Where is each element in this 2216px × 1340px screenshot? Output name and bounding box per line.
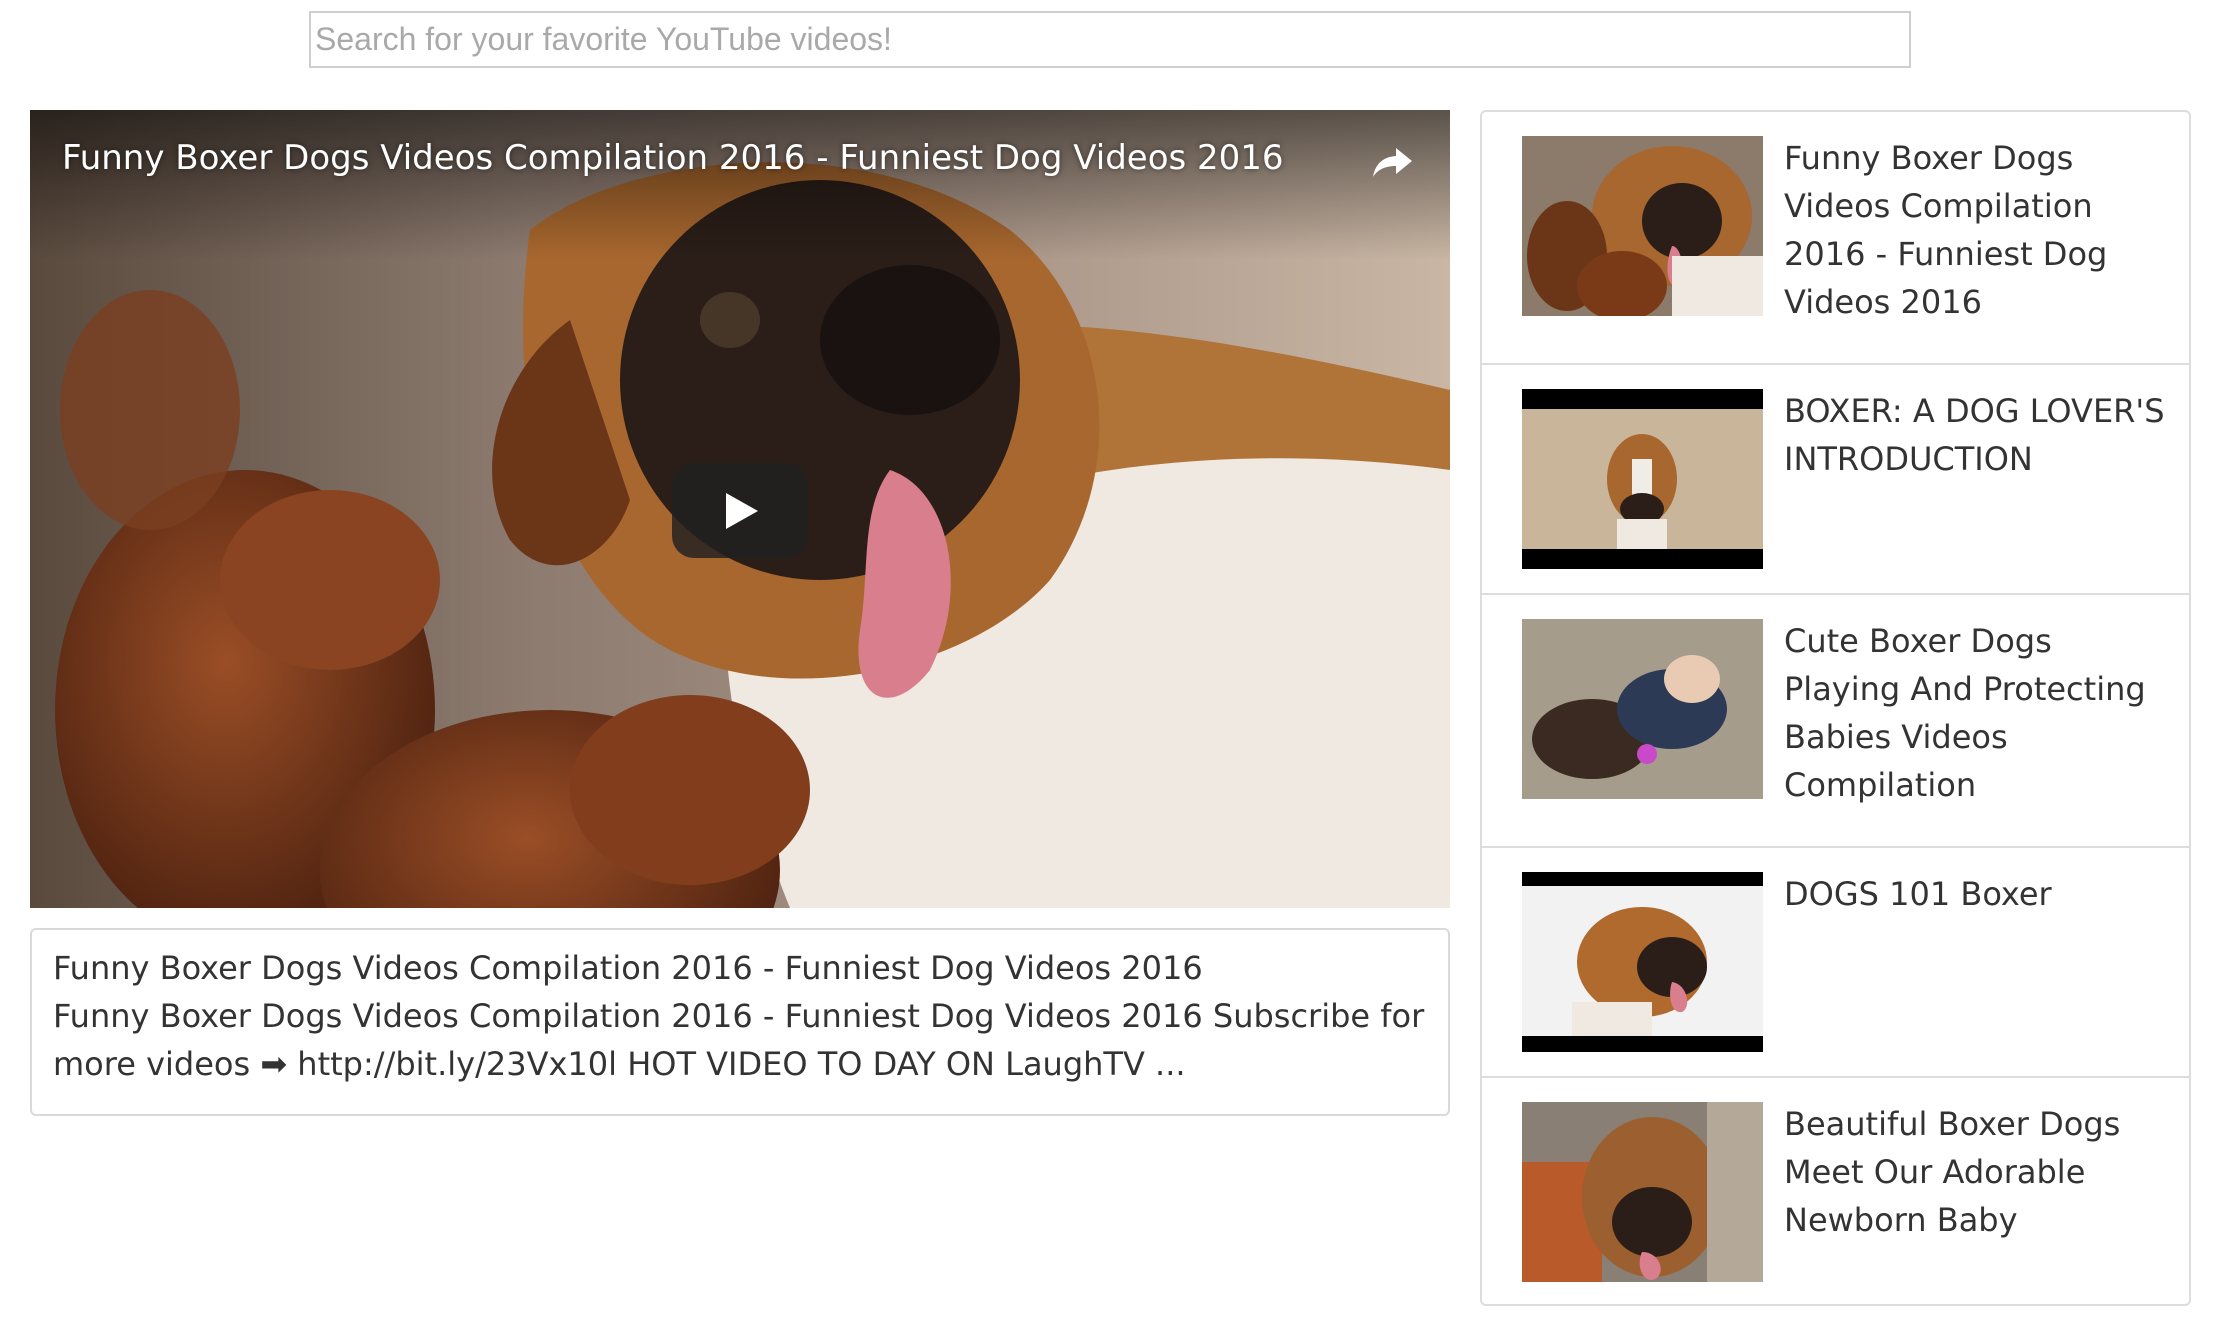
play-icon	[726, 493, 758, 529]
video-thumbnail[interactable]	[1522, 389, 1763, 569]
video-list-item-title[interactable]: Cute Boxer Dogs Playing And Protecting B…	[1784, 617, 2174, 809]
video-list-item-title[interactable]: BOXER: A DOG LOVER'S INTRODUCTION	[1784, 387, 2174, 483]
app-root: Funny Boxer Dogs Videos Compilation 2016…	[0, 0, 2216, 1340]
search-input[interactable]	[309, 11, 1911, 68]
video-details: Funny Boxer Dogs Videos Compilation 2016…	[30, 928, 1450, 1116]
video-details-title: Funny Boxer Dogs Videos Compilation 2016…	[53, 949, 1203, 987]
video-list-item-title[interactable]: Beautiful Boxer Dogs Meet Our Adorable N…	[1784, 1100, 2174, 1244]
video-thumbnail[interactable]	[1522, 619, 1763, 799]
share-arrow-icon[interactable]	[1368, 136, 1418, 186]
play-button[interactable]	[672, 463, 808, 558]
video-thumbnail[interactable]	[1522, 872, 1763, 1052]
video-details-description: Funny Boxer Dogs Videos Compilation 2016…	[53, 997, 1425, 1083]
video-thumbnail[interactable]	[1522, 136, 1763, 316]
video-player[interactable]: Funny Boxer Dogs Videos Compilation 2016…	[30, 110, 1450, 908]
video-list-item-title[interactable]: DOGS 101 Boxer	[1784, 870, 2174, 918]
video-list-item[interactable]: Funny Boxer Dogs Videos Compilation 2016…	[1482, 112, 2189, 365]
video-list-item-title[interactable]: Funny Boxer Dogs Videos Compilation 2016…	[1784, 134, 2174, 326]
video-title-overlay[interactable]: Funny Boxer Dogs Videos Compilation 2016…	[62, 138, 1284, 178]
video-list-item[interactable]: BOXER: A DOG LOVER'S INTRODUCTION	[1482, 365, 2189, 595]
video-thumbnail[interactable]	[1522, 1102, 1763, 1282]
video-list-item[interactable]: Cute Boxer Dogs Playing And Protecting B…	[1482, 595, 2189, 848]
video-list-item[interactable]: Beautiful Boxer Dogs Meet Our Adorable N…	[1482, 1078, 2189, 1304]
video-list-item[interactable]: DOGS 101 Boxer	[1482, 848, 2189, 1078]
video-list: Funny Boxer Dogs Videos Compilation 2016…	[1480, 110, 2191, 1306]
